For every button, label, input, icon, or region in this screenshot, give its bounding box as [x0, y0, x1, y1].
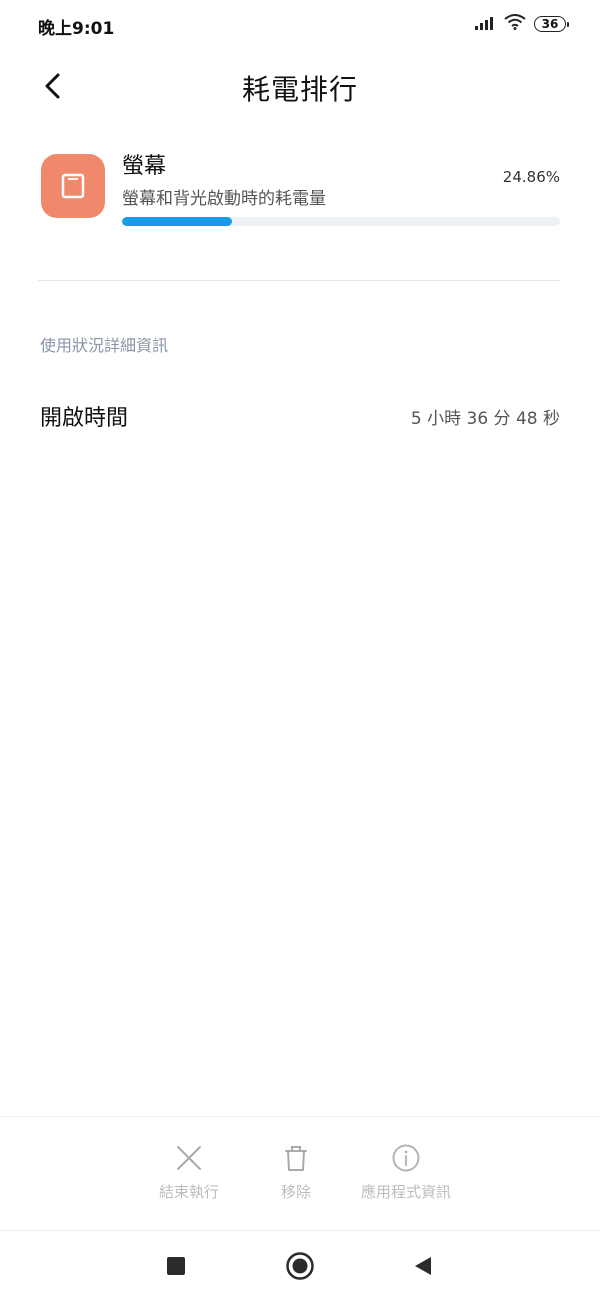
usage-progress-fill [122, 217, 232, 226]
app-header: 耗電排行 [0, 56, 600, 116]
square-icon [167, 1257, 185, 1275]
system-nav-bar [0, 1230, 600, 1305]
uninstall-button[interactable]: 移除 [258, 1143, 334, 1202]
circle-icon [286, 1252, 314, 1280]
info-icon [392, 1144, 420, 1172]
battery-icon: 36 [534, 16, 569, 32]
status-time: 晚上9:01 [38, 19, 115, 39]
item-subtitle: 螢幕和背光啟動時的耗電量 [122, 189, 326, 209]
home-button[interactable] [284, 1250, 316, 1282]
triangle-back-icon [415, 1257, 431, 1275]
detail-label: 開啟時間 [40, 406, 129, 431]
bottom-action-bar: 結束執行 移除 應用程式資訊 [0, 1116, 600, 1231]
usage-item: 螢幕 螢幕和背光啟動時的耗電量 24.86% [0, 140, 600, 250]
close-icon [177, 1146, 201, 1170]
recents-button[interactable] [163, 1253, 189, 1279]
wifi-icon [504, 14, 526, 34]
page-title: 耗電排行 [241, 73, 358, 106]
app-info-label: 應用程式資訊 [360, 1183, 451, 1201]
divider [38, 280, 560, 281]
trash-icon [285, 1146, 307, 1171]
status-icons: 36 [474, 14, 569, 34]
signal-icon [474, 15, 496, 34]
section-title: 使用狀況詳細資訊 [40, 336, 169, 355]
force-stop-button[interactable]: 結束執行 [144, 1143, 234, 1202]
force-stop-label: 結束執行 [158, 1183, 219, 1201]
uninstall-label: 移除 [280, 1183, 311, 1201]
detail-value: 5 小時 36 分 48 秒 [410, 409, 560, 429]
item-title: 螢幕 [122, 154, 167, 179]
detail-row-on-time: 開啟時間 5 小時 36 分 48 秒 [0, 390, 600, 446]
back-nav-button[interactable] [410, 1253, 436, 1279]
usage-progress-bar [122, 217, 560, 226]
screen-icon [41, 154, 105, 218]
status-bar: 晚上9:01 36 [0, 0, 600, 52]
app-info-button[interactable]: 應用程式資訊 [350, 1143, 462, 1202]
item-percent: 24.86% [502, 168, 560, 186]
